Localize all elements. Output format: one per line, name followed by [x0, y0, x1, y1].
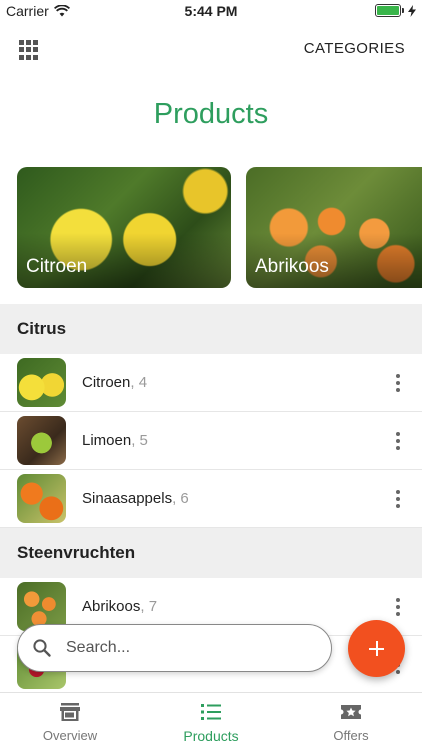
- product-count: , 5: [131, 432, 148, 449]
- status-time: 5:44 PM: [184, 3, 238, 19]
- list-item[interactable]: Limoen, 5: [0, 412, 422, 470]
- more-options-icon[interactable]: [395, 598, 401, 616]
- section-title: Citrus: [17, 319, 67, 338]
- tab-label: Offers: [333, 728, 369, 743]
- search-bar[interactable]: [17, 624, 332, 672]
- list-item[interactable]: Sinaasappels, 6: [0, 470, 422, 528]
- bottom-tab-bar: Overview Products Offers: [0, 692, 422, 750]
- page-title: Products: [153, 98, 269, 130]
- tab-products[interactable]: Products: [141, 693, 281, 750]
- store-icon: [60, 703, 80, 721]
- tab-label: Overview: [42, 728, 98, 743]
- featured-card-abrikoos[interactable]: Abrikoos: [246, 167, 422, 288]
- product-thumbnail: [17, 358, 66, 407]
- product-count: , 6: [172, 490, 189, 507]
- more-options-icon[interactable]: [395, 432, 401, 450]
- charging-bolt-icon: [408, 4, 416, 17]
- search-input[interactable]: [66, 635, 316, 661]
- search-icon: [33, 639, 51, 657]
- tab-label: Products: [183, 728, 239, 744]
- product-thumbnail: [17, 416, 66, 465]
- section-title: Steenvruchten: [17, 543, 136, 562]
- status-right: [375, 4, 416, 17]
- grid-menu-icon[interactable]: [19, 40, 39, 60]
- product-count: , 4: [130, 374, 148, 391]
- status-bar: Carrier 5:44 PM: [0, 0, 422, 22]
- product-name: Sinaasappels: [82, 490, 173, 507]
- product-name: Limoen: [82, 432, 132, 449]
- section-header-steenvruchten: Steenvruchten: [0, 528, 422, 578]
- tab-offers[interactable]: Offers: [281, 693, 421, 750]
- featured-carousel[interactable]: Citroen Abrikoos: [17, 167, 422, 288]
- more-options-icon[interactable]: [395, 490, 401, 508]
- categories-button[interactable]: CATEGORIES: [304, 40, 405, 57]
- list-item[interactable]: Citroen, 4: [0, 354, 422, 412]
- featured-card-label: Abrikoos: [255, 256, 329, 277]
- featured-card-label: Citroen: [26, 256, 88, 277]
- tab-overview[interactable]: Overview: [0, 693, 140, 750]
- list-icon: [201, 704, 221, 720]
- section-header-citrus: Citrus: [0, 304, 422, 354]
- product-name: Abrikoos: [82, 598, 141, 615]
- product-count: , 7: [140, 598, 158, 615]
- product-name: Citroen: [82, 374, 131, 391]
- featured-card-citroen[interactable]: Citroen: [17, 167, 231, 288]
- product-thumbnail: [17, 474, 66, 523]
- battery-level: [377, 6, 399, 15]
- more-options-icon[interactable]: [395, 374, 401, 392]
- add-product-button[interactable]: [348, 620, 405, 677]
- battery-icon: [375, 4, 404, 17]
- ticket-star-icon: [341, 705, 361, 719]
